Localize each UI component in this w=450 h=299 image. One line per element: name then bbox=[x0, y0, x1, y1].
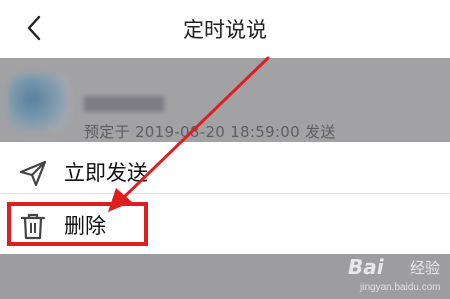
send-now-option[interactable]: 立即发送 bbox=[0, 146, 450, 198]
paper-plane-icon bbox=[19, 160, 47, 187]
post-scheduled-time: 预定于 2019-08-20 18:59:00 发送 bbox=[84, 123, 336, 139]
post-author-name-blurred bbox=[84, 96, 164, 112]
baidu-watermark: Bai 经验 jingyan.baidu.com bbox=[336, 255, 446, 297]
top-bar: 定时说说 bbox=[0, 0, 450, 58]
watermark-brand: Bai bbox=[348, 255, 384, 279]
delete-highlight-box bbox=[7, 202, 148, 246]
divider bbox=[0, 193, 450, 194]
send-now-label: 立即发送 bbox=[64, 161, 148, 185]
watermark-domain: jingyan.baidu.com bbox=[360, 282, 441, 293]
avatar bbox=[8, 74, 70, 130]
watermark-brand-cn: 经验 bbox=[410, 259, 441, 277]
page-title: 定时说说 bbox=[183, 18, 267, 42]
